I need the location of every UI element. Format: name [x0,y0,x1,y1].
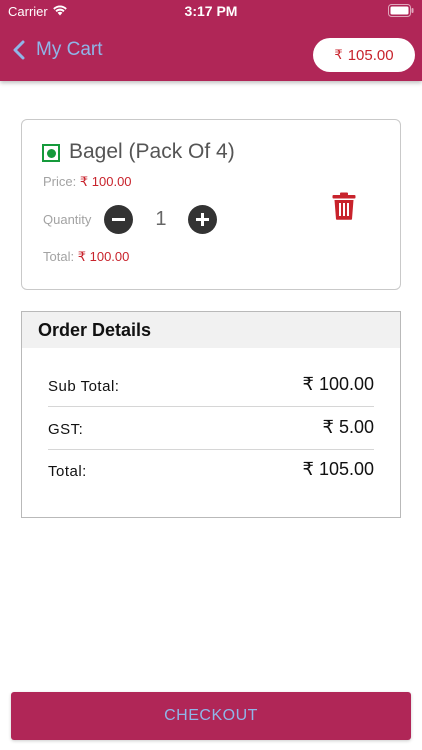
increase-quantity-button[interactable] [188,204,218,234]
price-currency: ₹ [79,174,89,189]
order-details-card: Order Details Sub Total: ₹ 100.00 GST: ₹… [21,311,401,518]
item-total-currency: ₹ [77,249,86,264]
order-row-total: Total: ₹ 105.00 [48,449,374,491]
order-details-title: Order Details [38,320,152,340]
quantity-label: Quantity [43,211,92,227]
order-total-label: Total: [48,463,87,480]
gst-value: ₹ 5.00 [322,417,375,437]
status-time: 3:17 PM [184,3,238,19]
nav-bar: My Cart ₹ 105.00 [0,22,422,81]
item-total-value: 100.00 [89,249,130,264]
item-price-row: Price: ₹ 100.00 [43,174,132,190]
item-total-label: Total: [43,249,75,264]
trash-icon[interactable] [332,192,356,220]
price-label: Price: [43,174,77,189]
order-details-header: Order Details [22,312,400,348]
subtotal-value: ₹ 100.00 [302,374,374,394]
order-row-gst: GST: ₹ 5.00 [48,407,374,449]
minus-icon [112,217,126,221]
item-name: Bagel (Pack Of 4) [69,140,235,163]
checkout-button[interactable]: CHECKOUT [11,692,411,740]
plus-icon [196,212,210,226]
rupee-symbol: ₹ [334,47,343,62]
order-row-subtotal: Sub Total: ₹ 100.00 [48,364,374,406]
back-chevron-icon [13,40,25,60]
decrease-quantity-button[interactable] [104,204,134,234]
cart-total-amount: 105.00 [347,46,394,64]
price-value: 100.00 [91,174,132,189]
page-title: My Cart [36,39,103,60]
cart-total-badge[interactable]: ₹ 105.00 [313,38,415,72]
status-bar: Carrier 3:17 PM [0,0,422,22]
quantity-value: 1 [155,207,167,230]
veg-indicator-icon [42,144,60,162]
quantity-stepper: Quantity 1 [43,204,218,234]
order-total-value: ₹ 105.00 [302,459,374,479]
subtotal-label: Sub Total: [48,378,120,395]
cart-item-card: Bagel (Pack Of 4) Price: ₹ 100.00 Quanti… [21,119,401,290]
gst-label: GST: [48,421,84,438]
battery-icon [388,4,414,17]
item-total-row: Total: ₹ 100.00 [43,249,129,265]
back-button[interactable]: My Cart [12,35,103,65]
app-header: Carrier 3:17 PM My Cart ₹ 105.00 [0,0,422,81]
